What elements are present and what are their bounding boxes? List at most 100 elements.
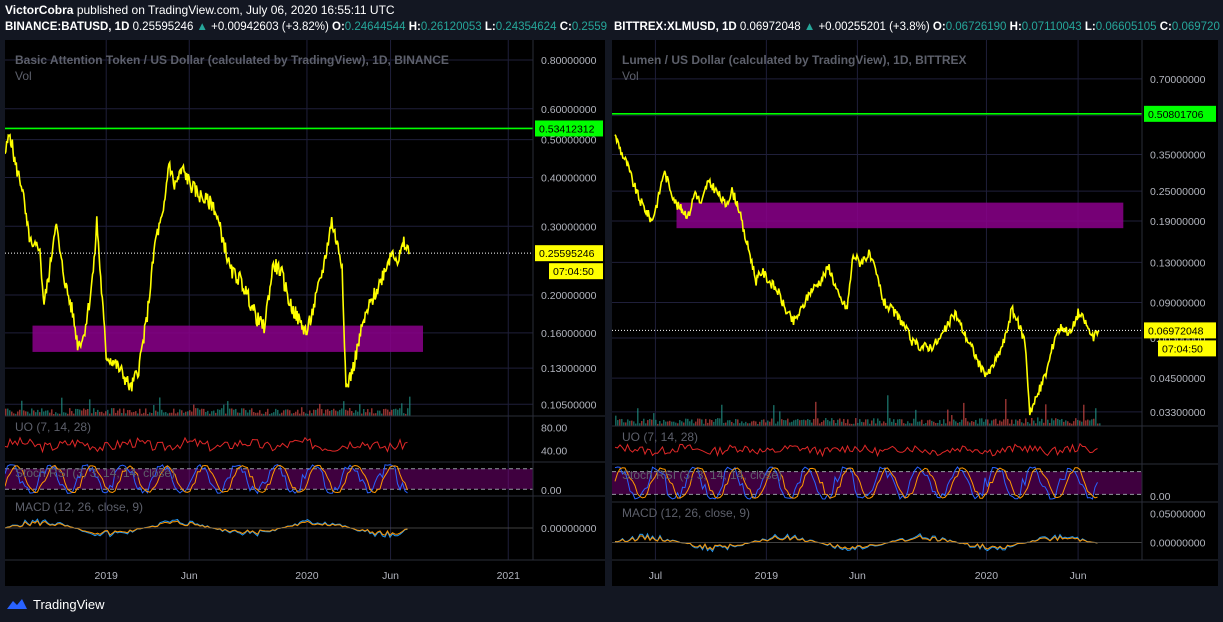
volume-bar [669,420,671,426]
volume-bar [759,421,761,426]
volume-bar [785,420,787,426]
volume-bar [625,422,627,426]
volume-bar [1053,420,1055,426]
volume-bar [89,399,91,416]
volume-bar [901,419,903,426]
volume-bar [365,412,367,416]
volume-bar [333,408,335,416]
volume-bar [883,421,885,426]
up-arrow-icon: ▲ [803,21,816,33]
x-tick-label: Jun [849,570,866,582]
volume-bar [803,419,805,426]
volume-bar [185,411,187,416]
volume-bar [915,409,917,426]
volume-bar [897,419,899,426]
chart-svg-bat[interactable]: Basic Attention Token / US Dollar (calcu… [4,40,605,586]
volume-bar [173,408,175,416]
volume-bar [949,421,951,426]
volume-bar [1075,418,1077,426]
volume-bar [943,419,945,426]
volume-bar [71,411,73,416]
up-arrow-icon: ▲ [196,21,208,33]
volume-bar [247,412,249,416]
volume-bar [389,411,391,416]
volume-bar [277,409,279,416]
volume-bar [201,408,203,416]
volume-bar [829,421,831,426]
volume-bar [919,421,921,426]
volume-bar [655,419,657,426]
volume-bar [727,420,729,426]
volume-bar [253,412,255,416]
y-tick-label: 0.70000000 [1150,74,1206,86]
volume-bar [899,419,901,426]
x-tick-label: Jun [382,570,399,582]
author-name[interactable]: VictorCobra [5,3,73,17]
volume-bar [907,421,909,426]
chart-panel-xlm[interactable]: Lumen / US Dollar (calculated by Trading… [612,40,1218,586]
volume-bar [223,404,225,416]
volume-bar [345,409,347,416]
volume-bar [963,402,965,426]
volume-bar [889,418,891,426]
volume-bar [947,409,949,426]
volume-bar [199,409,201,416]
volume-bar [81,410,83,416]
volume-bar [349,408,351,416]
volume-bar [671,421,673,426]
volume-bar [283,410,285,416]
ticker-last: 0.25595246 [132,21,194,33]
y-tick-label: 0.80000000 [541,55,597,67]
volume-bar [145,408,147,416]
volume-bar [1005,399,1007,426]
volume-bar [357,411,359,416]
indicator-tick-label: 0.00000000 [541,523,597,535]
ticker-symbol: BINANCE:BATUSD, 1D [5,21,130,33]
volume-bar [761,419,763,426]
volume-bar [1001,421,1003,426]
volume-bar [1095,408,1097,426]
volume-bar [699,418,701,426]
volume-bar [623,422,625,426]
volume-bar [237,412,239,416]
volume-bar [359,404,361,416]
volume-bar [717,418,719,426]
volume-bar [731,421,733,426]
volume-bar [821,421,823,426]
y-tick-label: 0.13000000 [1150,257,1206,269]
volume-bar [1057,419,1059,426]
volume-bar [953,419,955,426]
volume-bar [329,410,331,416]
indicator-label: MACD (12, 26, close, 9) [15,500,143,514]
volume-bar [11,411,13,416]
volume-bar [295,411,297,416]
last-price-label: 0.25595246 [539,248,595,260]
volume-bar [187,411,189,416]
volume-bar [303,411,305,416]
x-tick-label: 2019 [95,570,119,582]
volume-bar [843,418,845,426]
indicator-tick-label: 80.00 [541,423,567,435]
volume-bar [275,408,277,416]
volume-bar [767,420,769,426]
volume-bar [1065,420,1067,426]
volume-bar [9,410,11,416]
volume-bar [189,410,191,416]
y-tick-label: 0.60000000 [541,104,597,116]
volume-bar [229,408,231,416]
volume-bar [1067,421,1069,426]
chart-panel-bat[interactable]: Basic Attention Token / US Dollar (calcu… [4,40,605,586]
ticker-low: 0.06605105 [1095,21,1157,33]
volume-bar [317,408,319,416]
ticker-open: 0.06726190 [945,21,1007,33]
volume-bar [395,408,397,416]
chart-svg-xlm[interactable]: Lumen / US Dollar (calculated by Trading… [612,40,1218,586]
volume-bar [719,418,721,426]
volume-bar [617,420,619,426]
tradingview-logo[interactable]: TradingView [6,596,105,612]
volume-bar [321,409,323,416]
volume-bar [117,410,119,416]
volume-bar [855,418,857,426]
volume-bar [383,409,385,416]
countdown-label: 07:04:50 [553,266,594,278]
